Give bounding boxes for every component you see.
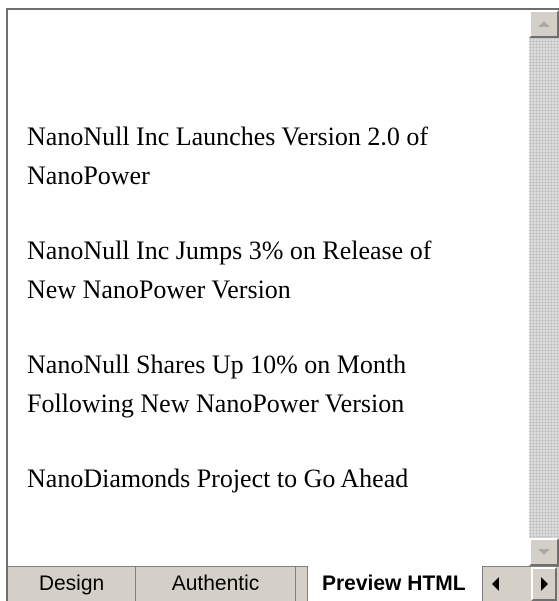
tab-scroll-left-icon [491,577,499,591]
headline-4-line-1: NanoDiamonds Project to Go Ahead [27,464,409,493]
headline-1-line-1: NanoNull Inc Launches Version 2.0 of [27,122,428,151]
scroll-down-button[interactable] [529,538,559,566]
tab-scroll-right-icon [540,577,548,591]
scroll-up-button[interactable] [529,10,559,38]
headline-3-line-1: NanoNull Shares Up 10% on Month [27,350,407,379]
headline-2-line-1: NanoNull Inc Jumps 3% on Release of [27,236,432,265]
tab-scroll-right-button[interactable] [531,567,557,601]
headline-3-line-2: Following New NanoPower Version [27,389,405,418]
headline-1-line-2: NanoPower [27,161,150,190]
scroll-up-arrow-icon [538,21,550,27]
tab-design[interactable]: Design [8,567,136,601]
preview-window: NanoNull Inc Launches Version 2.0 of Nan… [0,0,559,601]
tab-preview-html[interactable]: Preview HTML [307,566,483,601]
vertical-scrollbar[interactable] [529,10,559,566]
view-tab-bar: Design Authentic Preview HTML [8,566,559,601]
tab-preview-html-label: Preview HTML [322,571,466,595]
tab-authentic[interactable]: Authentic [136,567,296,601]
html-preview-pane: NanoNull Inc Launches Version 2.0 of Nan… [8,10,529,566]
headline-2-line-2: New NanoPower Version [27,275,291,304]
tab-design-label: Design [38,572,105,595]
tab-authentic-label: Authentic [171,572,260,595]
tab-scroll-left-button[interactable] [484,567,506,601]
scroll-down-arrow-icon [538,549,550,555]
